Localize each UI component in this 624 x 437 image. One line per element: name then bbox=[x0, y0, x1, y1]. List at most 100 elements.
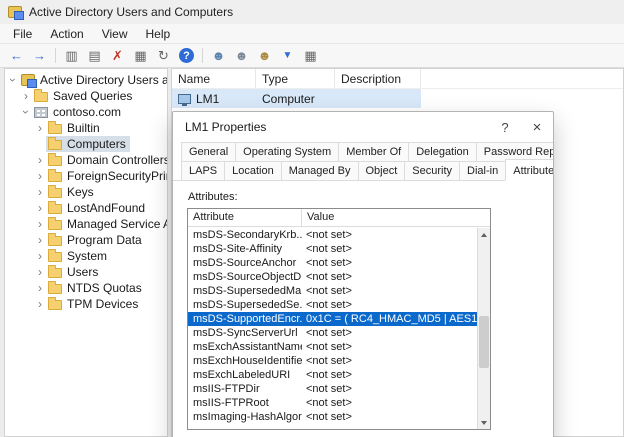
back-icon[interactable]: ← bbox=[6, 46, 27, 65]
column-header-type[interactable]: Type bbox=[256, 69, 335, 88]
attribute-row[interactable]: msDS-SourceAnchor <not set> bbox=[188, 256, 477, 270]
chevron-right-icon[interactable]: › bbox=[34, 185, 46, 199]
tree-item-program-data[interactable]: › Program Data bbox=[5, 232, 167, 248]
attribute-row[interactable]: msDS-Site-Affinity <not set> bbox=[188, 242, 477, 256]
folder-icon bbox=[48, 204, 62, 214]
attribute-row[interactable]: msExchLabeledURI <not set> bbox=[188, 368, 477, 382]
tab-operating-system[interactable]: Operating System bbox=[235, 142, 339, 162]
tree-item-ntds-quotas[interactable]: › NTDS Quotas bbox=[5, 280, 167, 296]
grid-scrollbar[interactable] bbox=[477, 228, 490, 429]
new-group-icon[interactable]: ☻ bbox=[231, 46, 252, 65]
chevron-right-icon[interactable]: › bbox=[20, 89, 32, 103]
export-list-icon[interactable]: ▦ bbox=[130, 46, 151, 65]
menu-file[interactable]: File bbox=[4, 25, 41, 43]
menu-view[interactable]: View bbox=[93, 25, 137, 43]
tree-item-active-directory-root[interactable]: › Active Directory Users and Computers bbox=[5, 72, 167, 88]
tab-managed-by[interactable]: Managed By bbox=[281, 161, 359, 181]
chevron-right-icon[interactable]: › bbox=[34, 153, 46, 167]
chevron-right-icon[interactable]: › bbox=[34, 297, 46, 311]
add-to-group-icon[interactable]: ☻ bbox=[254, 46, 275, 65]
chevron-right-icon[interactable]: › bbox=[34, 217, 46, 231]
domain-icon bbox=[34, 107, 48, 118]
tree-item-tpm-devices[interactable]: › TPM Devices bbox=[5, 296, 167, 312]
scrollbar-thumb[interactable] bbox=[479, 316, 489, 368]
chevron-right-icon[interactable]: › bbox=[34, 249, 46, 263]
tab-strip-row1: General Operating System Member Of Deleg… bbox=[173, 142, 553, 162]
attribute-row[interactable]: msDS-SupersededSe... <not set> bbox=[188, 298, 477, 312]
tab-attribute-editor[interactable]: Attribute Editor bbox=[505, 159, 554, 181]
chevron-right-icon[interactable]: › bbox=[34, 121, 46, 135]
tab-general[interactable]: General bbox=[181, 142, 236, 162]
forward-icon[interactable]: → bbox=[29, 46, 50, 65]
tree-item-lostandfound[interactable]: › LostAndFound bbox=[5, 200, 167, 216]
tab-security[interactable]: Security bbox=[404, 161, 460, 181]
tab-member-of[interactable]: Member Of bbox=[338, 142, 409, 162]
attribute-editor-page: Attributes: Attribute Value msDS-Seconda… bbox=[173, 180, 553, 437]
refresh-icon[interactable]: ↻ bbox=[153, 46, 174, 65]
folder-icon bbox=[34, 92, 48, 102]
grid-column-value[interactable]: Value bbox=[302, 209, 490, 226]
folder-icon bbox=[48, 236, 62, 246]
attribute-row[interactable]: msImaging-HashAlgor... <not set> bbox=[188, 410, 477, 424]
filter-options-icon[interactable]: ▦ bbox=[300, 46, 321, 65]
chevron-down-icon[interactable]: › bbox=[6, 74, 20, 86]
scrollbar-down-button[interactable] bbox=[478, 416, 490, 429]
grid-column-attribute[interactable]: Attribute bbox=[188, 209, 302, 226]
chevron-right-icon[interactable]: › bbox=[34, 201, 46, 215]
tree-item-contoso-com[interactable]: › contoso.com bbox=[5, 104, 167, 120]
menu-action[interactable]: Action bbox=[41, 25, 92, 43]
dialog-help-button[interactable]: ? bbox=[489, 112, 521, 142]
attribute-row[interactable]: msDS-SyncServerUrl <not set> bbox=[188, 326, 477, 340]
tree-item-foreignsecurityprincipals[interactable]: › ForeignSecurityPrincipals bbox=[5, 168, 167, 184]
folder-icon bbox=[48, 268, 62, 278]
tree-item-domain-controllers[interactable]: › Domain Controllers bbox=[5, 152, 167, 168]
list-row-lm1[interactable]: LM1 Computer bbox=[172, 89, 421, 108]
attribute-row[interactable]: msIIS-FTPDir <not set> bbox=[188, 382, 477, 396]
attribute-row-selected[interactable]: msDS-SupportedEncr... 0x1C = ( RC4_HMAC_… bbox=[188, 312, 477, 326]
attribute-row[interactable]: msDS-SupersededMa... <not set> bbox=[188, 284, 477, 298]
attribute-row[interactable]: msDS-SourceObjectDN <not set> bbox=[188, 270, 477, 284]
attributes-grid: Attribute Value msDS-SecondaryKrb... <no… bbox=[187, 208, 491, 430]
chevron-right-icon[interactable]: › bbox=[34, 169, 46, 183]
dialog-titlebar[interactable]: LM1 Properties ? × bbox=[173, 112, 553, 142]
tree-item-system[interactable]: › System bbox=[5, 248, 167, 264]
tree-item-builtin[interactable]: › Builtin bbox=[5, 120, 167, 136]
toolbar: ← → ▥ ▤ ✗ ▦ ↻ ? ☻ ☻ ☻ ▼ ▦ bbox=[0, 44, 624, 68]
tree-item-saved-queries[interactable]: › Saved Queries bbox=[5, 88, 167, 104]
attribute-row[interactable]: msIIS-FTPRoot <not set> bbox=[188, 396, 477, 410]
chevron-down-icon[interactable]: › bbox=[19, 106, 33, 118]
tree-item-users[interactable]: › Users bbox=[5, 264, 167, 280]
tab-dial-in[interactable]: Dial-in bbox=[459, 161, 506, 181]
chevron-right-icon[interactable]: › bbox=[34, 281, 46, 295]
tab-object[interactable]: Object bbox=[358, 161, 406, 181]
chevron-right-icon[interactable]: › bbox=[34, 265, 46, 279]
tree-item-computers[interactable]: Computers bbox=[5, 136, 167, 152]
help-icon[interactable]: ? bbox=[179, 48, 194, 63]
attributes-label: Attributes: bbox=[188, 191, 553, 203]
delete-icon[interactable]: ✗ bbox=[107, 46, 128, 65]
tree-item-label: NTDS Quotas bbox=[67, 281, 142, 295]
scrollbar-up-button[interactable] bbox=[478, 228, 490, 241]
menu-help[interactable]: Help bbox=[137, 25, 180, 43]
set-filter-icon[interactable]: ▼ bbox=[277, 46, 298, 65]
folder-icon bbox=[48, 252, 62, 262]
column-header-description[interactable]: Description bbox=[335, 69, 421, 88]
attribute-row[interactable]: msExchAssistantName <not set> bbox=[188, 340, 477, 354]
new-user-icon[interactable]: ☻ bbox=[208, 46, 229, 65]
chevron-right-icon[interactable]: › bbox=[34, 233, 46, 247]
window-titlebar[interactable]: Active Directory Users and Computers bbox=[0, 0, 624, 24]
tab-delegation[interactable]: Delegation bbox=[408, 142, 477, 162]
column-header-name[interactable]: Name bbox=[172, 69, 256, 88]
folder-icon bbox=[48, 172, 62, 182]
properties-icon[interactable]: ▤ bbox=[84, 46, 105, 65]
tree-item-managed-service-accounts[interactable]: › Managed Service Accounts bbox=[5, 216, 167, 232]
attribute-row[interactable]: msExchHouseIdentifier <not set> bbox=[188, 354, 477, 368]
attribute-row[interactable]: msDS-SecondaryKrb... <not set> bbox=[188, 228, 477, 242]
tree-item-label: Managed Service Accounts bbox=[67, 217, 168, 231]
show-console-tree-icon[interactable]: ▥ bbox=[61, 46, 82, 65]
tree-item-keys[interactable]: › Keys bbox=[5, 184, 167, 200]
tab-laps[interactable]: LAPS bbox=[181, 161, 225, 181]
tab-location[interactable]: Location bbox=[224, 161, 282, 181]
toolbar-separator bbox=[55, 48, 56, 63]
dialog-close-button[interactable]: × bbox=[521, 112, 553, 142]
